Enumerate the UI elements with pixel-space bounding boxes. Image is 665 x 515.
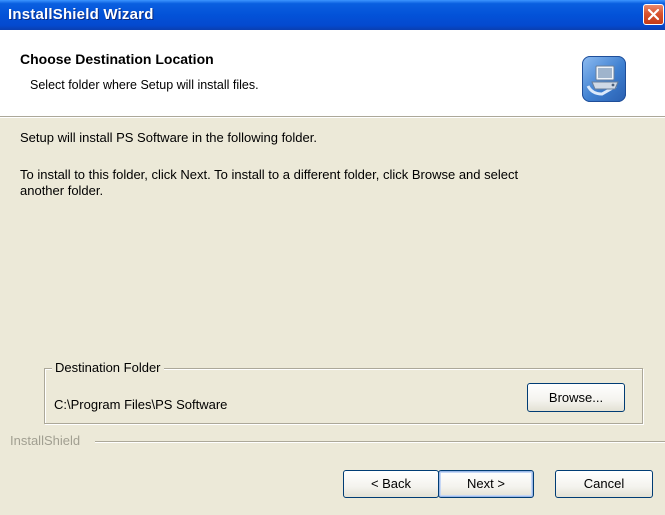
footer-divider-highlight [95,442,665,443]
installshield-window: InstallShield Wizard Choose Destination … [0,0,665,515]
instruction-text-line1: To install to this folder, click Next. T… [20,167,519,182]
wizard-header: Choose Destination Location Select folde… [0,30,665,116]
close-button[interactable] [643,4,664,25]
back-button[interactable]: < Back [343,470,439,498]
intro-text: Setup will install PS Software in the fo… [20,130,317,145]
next-button[interactable]: Next > [438,470,534,498]
installshield-brand-label: InstallShield [10,433,81,448]
header-subtitle: Select folder where Setup will install f… [30,78,259,92]
window-title: InstallShield Wizard [8,6,154,23]
browse-button[interactable]: Browse... [527,383,625,412]
instruction-text-line2: another folder. [20,183,104,198]
title-bar[interactable]: InstallShield Wizard [0,0,665,30]
close-icon [647,8,660,21]
header-divider-highlight [0,117,665,118]
setup-computer-icon [582,56,626,102]
destination-folder-label: Destination Folder [52,360,164,375]
header-title: Choose Destination Location [20,51,214,67]
cancel-button[interactable]: Cancel [555,470,653,498]
destination-path: C:\Program Files\PS Software [54,397,228,412]
